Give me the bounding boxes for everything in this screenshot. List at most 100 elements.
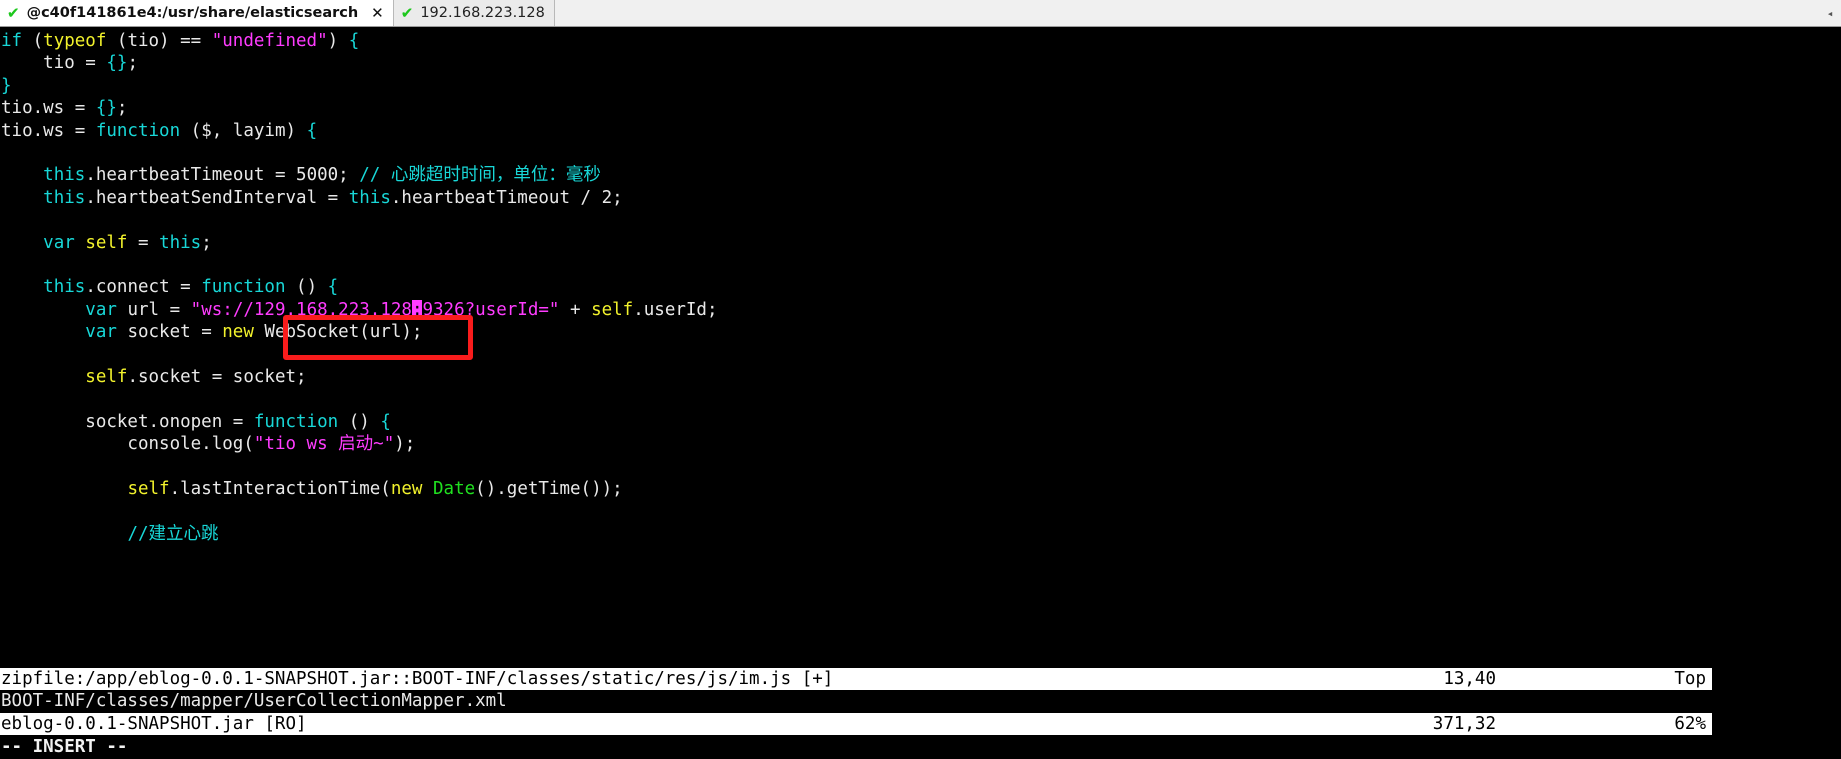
status-bar-window-1: zipfile:/app/eblog-0.0.1-SNAPSHOT.jar::B… — [0, 667, 1712, 691]
code-token: var — [85, 299, 117, 320]
vim-status-area: zipfile:/app/eblog-0.0.1-SNAPSHOT.jar::B… — [0, 667, 1841, 759]
code-token: self — [85, 366, 128, 387]
code-token: this — [159, 232, 202, 253]
code-line: } — [0, 75, 1841, 97]
code-token: typeof — [43, 31, 107, 51]
status-file-path: BOOT-INF/classes/mapper/UserCollectionMa… — [1, 691, 507, 712]
code-line: tio.ws = function ($, layim) { — [0, 120, 1841, 142]
tab-bar-spacer — [554, 0, 1819, 26]
code-token: url = — [116, 299, 191, 320]
status-scroll-percent: 62% — [1674, 713, 1706, 734]
code-token: 9326?userId=" — [422, 299, 560, 320]
code-token: ; — [127, 53, 138, 74]
code-token: {} — [95, 98, 117, 119]
code-token: ; — [201, 232, 212, 253]
code-line: var socket = new WebSocket(url); — [0, 321, 1841, 343]
code-token: .userId; — [633, 299, 718, 320]
code-token: new — [390, 478, 423, 499]
code-line: var self = this; — [0, 232, 1841, 254]
status-file-path: eblog-0.0.1-SNAPSHOT.jar [RO] — [1, 713, 307, 734]
code-token: .heartbeatTimeout / 2; — [390, 187, 623, 208]
code-line: console.log("tio ws 启动~"); — [0, 433, 1841, 455]
code-token: = — [127, 232, 160, 253]
vim-mode-indicator: -- INSERT -- — [0, 735, 1841, 759]
code-line: tio = {}; — [0, 52, 1841, 74]
code-token: ; — [116, 98, 128, 119]
status-file-path: zipfile:/app/eblog-0.0.1-SNAPSHOT.jar::B… — [1, 668, 834, 689]
code-token: .socket = socket; — [127, 366, 307, 387]
code-token: "undefined" — [211, 31, 328, 51]
code-token: ().getTime()); — [475, 478, 623, 499]
code-token: console.log( — [1, 434, 254, 455]
status-bar-window-3: eblog-0.0.1-SNAPSHOT.jar [RO] 371,32 62% — [0, 712, 1712, 735]
check-icon: ✔ — [400, 3, 414, 22]
code-line: tio.ws = {}; — [0, 97, 1841, 119]
tab-bar: ✔ @c40f141861e4:/usr/share/elasticsearch… — [0, 0, 1841, 27]
code-token: { — [380, 411, 391, 432]
code-line: this.heartbeatSendInterval = this.heartb… — [0, 187, 1841, 209]
code-token: .heartbeatTimeout = 5000; — [85, 165, 360, 186]
tab-elasticsearch[interactable]: ✔ @c40f141861e4:/usr/share/elasticsearch… — [0, 0, 394, 26]
code-token: tio.ws = — [1, 98, 96, 119]
code-token: () — [338, 411, 381, 432]
tab-label: 192.168.223.128 — [420, 5, 545, 21]
code-token: this — [43, 187, 86, 208]
code-line: this.connect = function () { — [0, 276, 1841, 298]
terminal-body[interactable]: if (typeof (tio) == "undefined") { tio =… — [0, 27, 1841, 759]
code-token: this — [43, 165, 86, 186]
code-token: this — [348, 187, 391, 208]
code-token: function — [95, 120, 181, 141]
status-bar-window-2: BOOT-INF/classes/mapper/UserCollectionMa… — [0, 690, 1841, 713]
code-token: self — [127, 478, 170, 499]
code-token: () — [285, 277, 328, 298]
code-token: var — [43, 232, 75, 253]
code-token: : — [411, 299, 423, 320]
code-line: //建立心跳 — [0, 523, 1841, 545]
tab-label: @c40f141861e4:/usr/share/elasticsearch — [26, 5, 359, 21]
code-line: socket.onopen = function () { — [0, 411, 1841, 433]
status-scroll-percent: Top — [1674, 668, 1706, 689]
code-token: (tio) == — [106, 31, 212, 51]
code-line: self.socket = socket; — [0, 366, 1841, 388]
status-cursor-position: 13,40 — [1443, 668, 1496, 689]
code-token: ($, layim) — [180, 120, 307, 141]
close-icon[interactable]: ✕ — [371, 4, 384, 22]
code-token: socket = — [116, 322, 223, 343]
chevron-left-icon[interactable]: ◂ — [1819, 0, 1841, 26]
code-line: self.lastInteractionTime(new Date().getT… — [0, 478, 1841, 500]
tab-host[interactable]: ✔ 192.168.223.128 — [393, 0, 555, 26]
code-token: //建立心跳 — [127, 523, 219, 544]
code-token: self — [85, 232, 128, 253]
code-token: new — [222, 322, 254, 343]
code-token: ( — [22, 31, 44, 51]
code-token: // 心跳超时时间，单位：毫秒 — [359, 165, 601, 186]
check-icon: ✔ — [7, 3, 20, 22]
code-token: .lastInteractionTime( — [169, 478, 391, 499]
code-token: function — [253, 411, 339, 432]
code-token: tio.ws = — [1, 120, 96, 141]
code-token: .connect = — [85, 277, 202, 298]
code-token: { — [348, 31, 360, 51]
code-token: this — [43, 277, 86, 298]
code-token: if — [1, 31, 23, 51]
vim-editor-buffer[interactable]: if (typeof (tio) == "undefined") { tio =… — [0, 27, 1841, 545]
code-token: WebSocket(url); — [253, 322, 423, 343]
code-token: socket.onopen = — [1, 411, 254, 432]
code-line: if (typeof (tio) == "undefined") { — [0, 30, 1841, 52]
status-cursor-position: 371,32 — [1432, 713, 1496, 734]
code-token: var — [85, 322, 117, 343]
code-line: var url = "ws://129.168.223.128:9326?use… — [0, 299, 1841, 321]
code-token: { — [306, 120, 318, 141]
